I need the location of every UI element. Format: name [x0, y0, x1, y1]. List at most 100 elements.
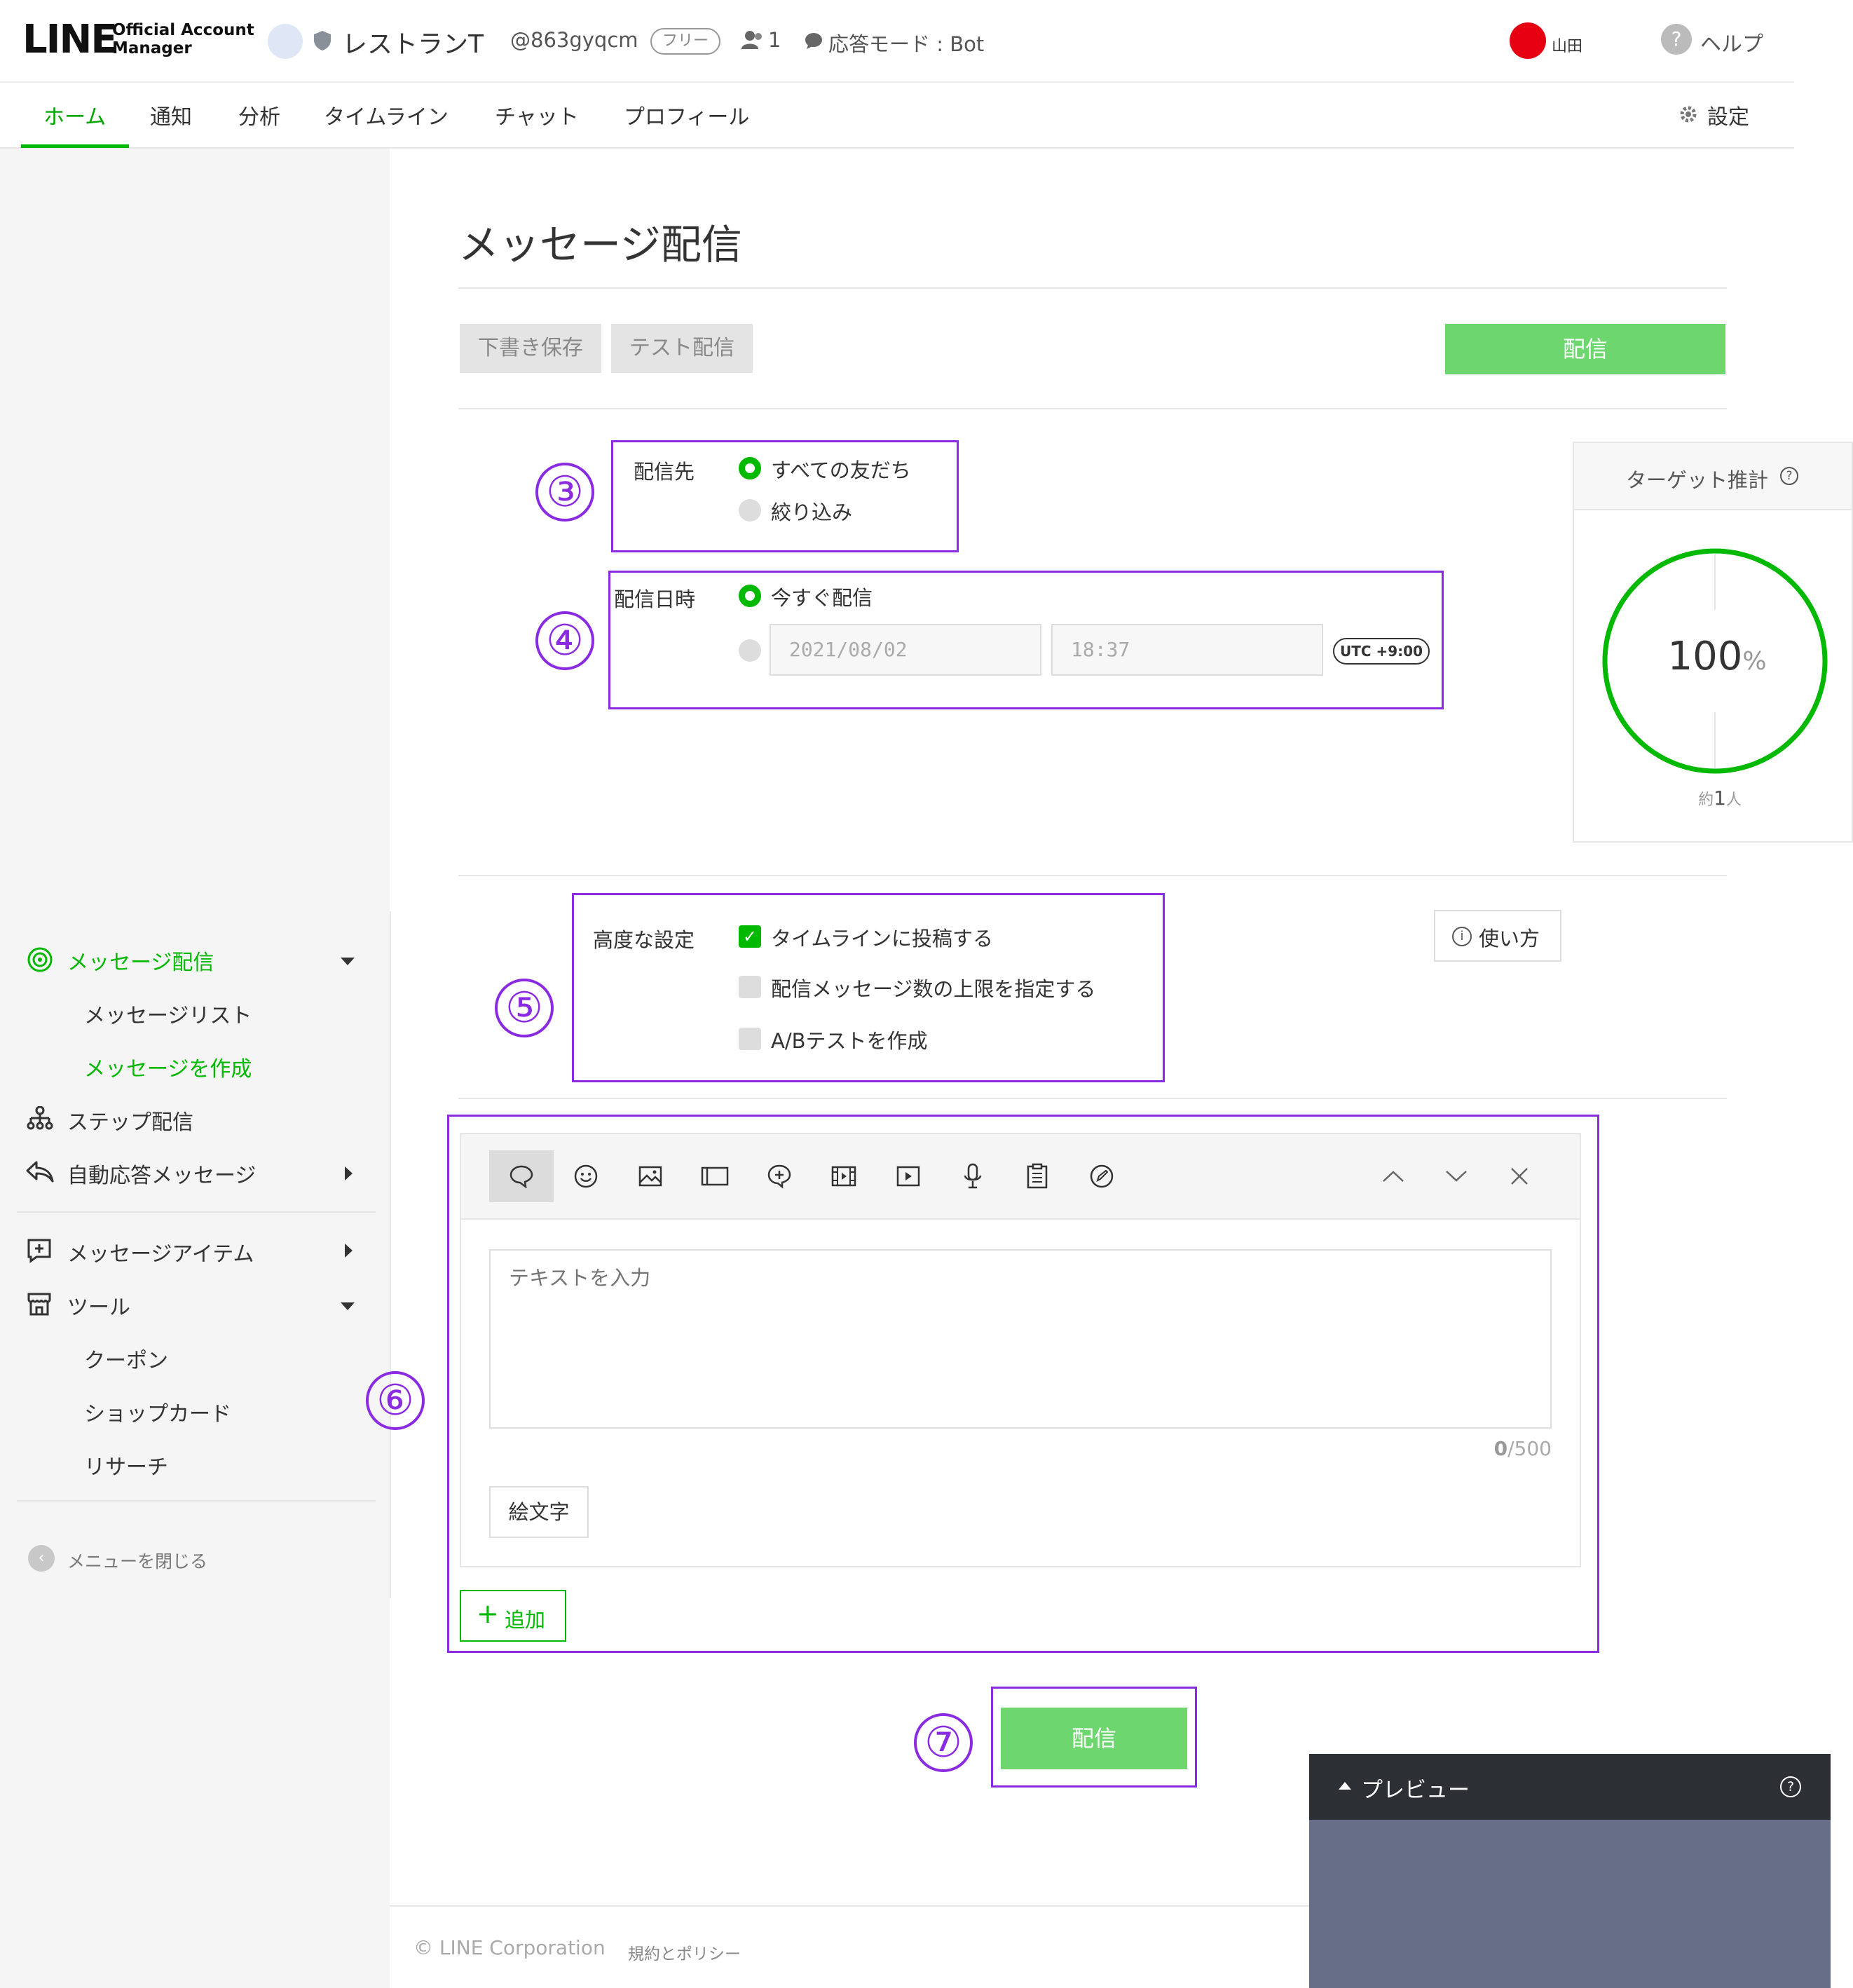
sidebar-item-message-list[interactable]: メッセージリスト [84, 998, 252, 1029]
chevron-right-icon[interactable] [345, 1166, 353, 1180]
save-draft-button[interactable]: 下書き保存 [460, 324, 601, 373]
add-message-button[interactable]: + 追加 [460, 1590, 566, 1642]
sidebar-separator [17, 1500, 376, 1502]
target-approx: 約1人 [1671, 787, 1769, 810]
sidebar-item-tools[interactable]: ツール [67, 1290, 130, 1321]
logo-sub-line-2: Manager [112, 39, 192, 57]
response-mode[interactable]: 応答モード : Bot [828, 28, 984, 57]
ab-test-label[interactable]: A/Bテストを作成 [771, 1025, 928, 1054]
settings-link[interactable]: 設定 [1707, 100, 1749, 130]
advanced-divider [458, 1098, 1727, 1099]
radio-send-now[interactable] [739, 585, 761, 607]
page-title: メッセージ配信 [458, 221, 742, 268]
tab-chat[interactable]: チャット [495, 100, 579, 130]
sticker-icon[interactable] [554, 1150, 618, 1202]
send-now-label[interactable]: 今すぐ配信 [771, 582, 873, 611]
recipients-all-label[interactable]: すべての友だち [771, 454, 911, 484]
send-button-top[interactable]: 配信 [1445, 324, 1725, 374]
preview-label: プレビュー [1361, 1778, 1470, 1803]
sidebar-item-create-message[interactable]: メッセージを作成 [84, 1051, 252, 1082]
checkbox-post-timeline[interactable]: ✓ [739, 925, 761, 948]
info-circle-icon: i [1452, 927, 1472, 946]
chevron-right-icon[interactable] [345, 1244, 353, 1258]
checkbox-limit-messages[interactable] [739, 976, 761, 998]
tab-analytics[interactable]: 分析 [238, 100, 280, 130]
rich-message-icon[interactable] [747, 1150, 812, 1202]
active-tab-indicator [21, 144, 129, 148]
chevron-up-icon[interactable] [1361, 1150, 1425, 1202]
post-timeline-label[interactable]: タイムラインに投稿する [771, 922, 993, 952]
close-menu-link[interactable]: メニューを閉じる [67, 1548, 207, 1573]
rich-video-icon[interactable] [812, 1150, 876, 1202]
tab-profile[interactable]: プロフィール [624, 100, 749, 130]
message-text-input[interactable] [489, 1249, 1552, 1429]
help-icon[interactable]: ? [1661, 24, 1692, 55]
preview-header[interactable]: プレビュー ? [1309, 1754, 1831, 1820]
sidebar-item-research[interactable]: リサーチ [84, 1450, 168, 1480]
sidebar-item-coupon[interactable]: クーポン [84, 1343, 168, 1374]
shield-icon [314, 31, 331, 50]
checkbox-ab-test[interactable] [739, 1028, 761, 1050]
sidebar-item-shop-card[interactable]: ショップカード [84, 1396, 231, 1427]
sidebar-divider-right [390, 911, 391, 1598]
annotation-6: ⑥ [366, 1371, 425, 1430]
emoji-button[interactable]: 絵文字 [489, 1486, 589, 1538]
title-divider [458, 287, 1727, 289]
test-send-button[interactable]: テスト配信 [611, 324, 753, 373]
preview-help-icon[interactable]: ? [1780, 1776, 1801, 1797]
radio-filter[interactable] [739, 499, 761, 522]
howto-button[interactable]: i 使い方 [1434, 910, 1561, 962]
radio-all-friends[interactable] [739, 457, 761, 479]
video-icon[interactable] [876, 1150, 941, 1202]
message-item-icon [27, 1239, 51, 1263]
tab-notifications[interactable]: 通知 [150, 100, 192, 130]
approx-suffix: 人 [1725, 791, 1742, 809]
image-icon[interactable] [618, 1150, 683, 1202]
user-avatar[interactable] [1510, 22, 1546, 59]
add-button-label: 追加 [505, 1608, 546, 1632]
step-tree-icon [27, 1106, 53, 1130]
sidebar-item-step-delivery[interactable]: ステップ配信 [67, 1105, 193, 1136]
date-field[interactable]: 2021/08/02 [770, 624, 1041, 676]
close-icon[interactable] [1487, 1150, 1552, 1202]
account-name[interactable]: レストランT [342, 24, 484, 60]
microphone-icon[interactable] [941, 1150, 1005, 1202]
friends-count: 1 [768, 28, 781, 52]
info-icon[interactable]: ? [1780, 467, 1798, 485]
app-header: LINE Official Account Manager レストランT @86… [0, 0, 1794, 83]
radio-send-scheduled[interactable] [739, 639, 761, 662]
account-avatar[interactable] [268, 24, 303, 59]
policy-link[interactable]: 規約とポリシー [628, 1940, 741, 1964]
survey-clipboard-icon[interactable] [1005, 1150, 1069, 1202]
tab-timeline[interactable]: タイムライン [324, 100, 449, 130]
chevron-down-icon[interactable] [1424, 1150, 1489, 1202]
footer-divider [390, 1905, 1309, 1907]
chevron-left-icon[interactable]: ‹ [28, 1545, 55, 1572]
sidebar-item-auto-response[interactable]: 自動応答メッセージ [67, 1158, 256, 1189]
schedule-label: 配信日時 [614, 587, 696, 611]
text-message-icon[interactable] [489, 1150, 554, 1202]
plan-badge: フリー [650, 28, 720, 55]
limit-messages-label[interactable]: 配信メッセージ数の上限を指定する [771, 973, 1095, 1002]
chat-bubble-icon [805, 33, 822, 49]
chevron-down-icon[interactable] [341, 958, 355, 965]
gear-icon[interactable] [1678, 104, 1699, 125]
chevron-down-icon[interactable] [341, 1302, 355, 1310]
tab-home[interactable]: ホーム [43, 100, 106, 130]
recipients-filter-label[interactable]: 絞り込み [771, 496, 852, 526]
time-field[interactable]: 18:37 [1051, 624, 1323, 676]
annotation-5: ⑤ [495, 979, 554, 1037]
card-message-icon[interactable] [1069, 1150, 1134, 1202]
main-nav: ホーム 通知 分析 タイムライン チャット プロフィール 設定 [0, 84, 1794, 149]
broadcast-icon [27, 947, 53, 972]
user-name[interactable]: 山田 [1552, 34, 1582, 56]
line-logo[interactable]: LINE [22, 17, 118, 62]
caret-up-icon [1339, 1782, 1351, 1790]
approx-count: 1 [1714, 787, 1726, 810]
sidebar-item-message-items[interactable]: メッセージアイテム [67, 1237, 254, 1267]
send-button-bottom[interactable]: 配信 [1001, 1708, 1187, 1769]
sidebar-item-message-delivery[interactable]: メッセージ配信 [67, 945, 214, 976]
help-link[interactable]: ヘルプ [1700, 27, 1763, 57]
logo-sub-line-1: Official Account [112, 21, 254, 39]
coupon-card-icon[interactable] [683, 1150, 747, 1202]
